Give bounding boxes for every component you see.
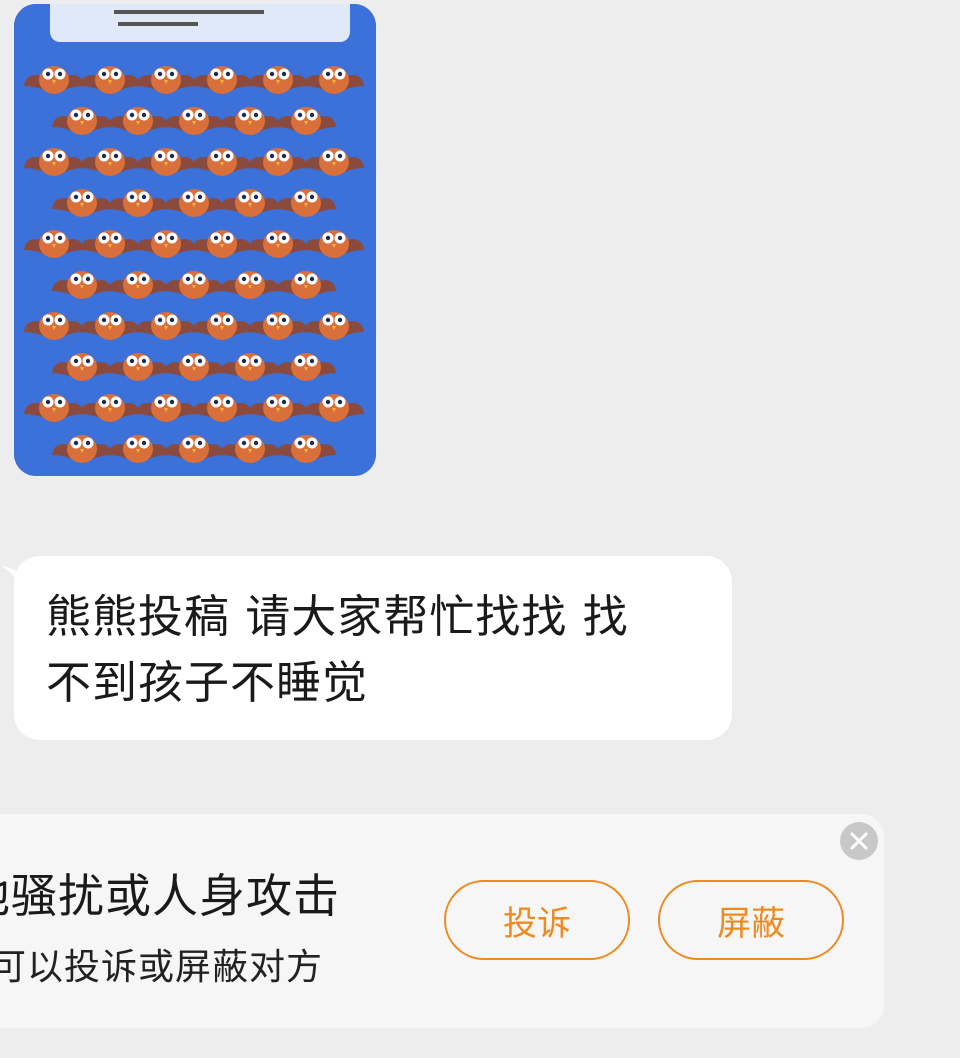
- warning-subtitle: 可以投诉或屏蔽对方: [0, 947, 324, 988]
- block-button[interactable]: 屏蔽: [658, 880, 844, 960]
- close-icon[interactable]: [840, 822, 878, 860]
- message-bubble[interactable]: 熊熊投稿 请大家帮忙找找 找 不到孩子不睡觉: [14, 556, 732, 740]
- harassment-warning-panel: 他骚扰或人身攻击 可以投诉或屏蔽对方 投诉 屏蔽: [0, 814, 884, 1028]
- warning-title: 他骚扰或人身攻击: [0, 869, 340, 923]
- message-text-line-2: 不到孩子不睡觉: [46, 656, 369, 709]
- report-button[interactable]: 投诉: [444, 880, 630, 960]
- owl-puzzle-image: [14, 4, 376, 476]
- message-text-line-1: 熊熊投稿 请大家帮忙找找 找: [46, 590, 629, 643]
- image-message[interactable]: [14, 4, 376, 476]
